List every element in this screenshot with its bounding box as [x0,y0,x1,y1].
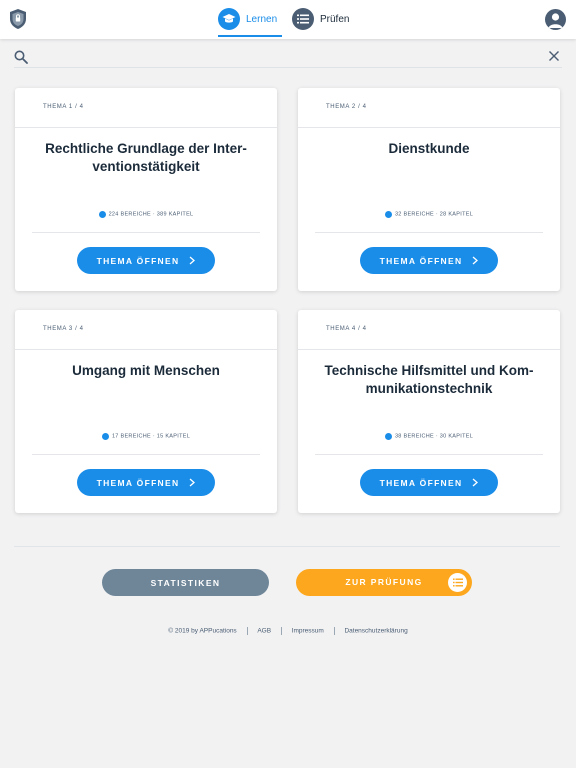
footer-separator [333,627,335,635]
topic-label: THEMA 4 / 4 [326,326,367,332]
graduation-cap-icon [218,8,240,30]
open-topic-label: THEMA ÖFFNEN [96,477,180,488]
search-icon[interactable] [14,50,28,64]
topic-title-line: Rechtliche Grundlage der Inter- [45,141,247,156]
status-dot-icon [384,211,392,218]
topic-meta-text: 224 BEREICHE · 389 KAPITEL [108,211,194,218]
divider [32,232,260,233]
footer: © 2019 by APPucations AGB Impressum Date… [0,627,576,635]
open-topic-button[interactable]: THEMA ÖFFNEN [360,469,498,496]
open-topic-label: THEMA ÖFFNEN [96,255,180,266]
chevron-right-icon [189,256,196,265]
section-divider [14,546,560,547]
divider [15,127,277,128]
tab-lernen[interactable]: Lernen [218,7,277,31]
chevron-right-icon [472,478,479,487]
tab-lernen-label: Lernen [246,13,278,25]
status-dot-icon [101,433,109,440]
topic-label: THEMA 2 / 4 [326,104,367,110]
topic-meta: 224 BEREICHE · 389 KAPITEL [15,211,277,218]
tab-pruefen[interactable]: Prüfen [292,7,349,31]
topic-meta-text: 38 BEREICHE · 30 KAPITEL [394,433,474,440]
divider [32,454,260,455]
top-bar: Lernen Prüfen [0,0,576,39]
open-topic-label: THEMA ÖFFNEN [379,477,463,488]
list-icon [292,8,314,30]
footer-link-agb[interactable]: AGB [257,628,271,635]
statistics-button[interactable]: STATISTIKEN [102,569,269,596]
chevron-right-icon [472,256,479,265]
chevron-right-icon [189,478,196,487]
topic-title-line: Umgang mit Menschen [72,363,220,378]
open-topic-button[interactable]: THEMA ÖFFNEN [360,247,498,274]
footer-separator [246,627,248,635]
topic-meta: 38 BEREICHE · 30 KAPITEL [298,433,560,440]
topic-meta-text: 17 BEREICHE · 15 KAPITEL [111,433,191,440]
topic-meta: 17 BEREICHE · 15 KAPITEL [15,433,277,440]
topic-meta: 32 BEREICHE · 28 KAPITEL [298,211,560,218]
footer-separator [280,627,282,635]
footer-link-datenschutz[interactable]: Datenschutzerklärung [344,628,407,635]
divider [298,127,560,128]
status-dot-icon [98,211,106,218]
close-icon[interactable] [548,50,560,62]
footer-link-impressum[interactable]: Impressum [292,628,324,635]
status-dot-icon [384,433,392,440]
app-logo-shield-icon[interactable] [9,8,27,30]
topic-label: THEMA 3 / 4 [43,326,84,332]
topic-title-line: Technische Hilfsmittel und Kom- [324,363,534,378]
search-input[interactable] [36,48,536,66]
search-bar [14,48,562,68]
topic-title: Rechtliche Grundlage der Inter- ventions… [29,140,263,176]
user-avatar-icon[interactable] [545,9,566,30]
topic-card-1: THEMA 1 / 4 Rechtliche Grundlage der Int… [15,88,277,291]
topic-title: Technische Hilfsmittel und Kom- munikati… [312,362,546,398]
divider [315,454,543,455]
open-topic-button[interactable]: THEMA ÖFFNEN [77,247,215,274]
topic-title-line: Dienstkunde [388,141,470,156]
topic-title: Dienstkunde [312,140,546,158]
exam-button[interactable]: ZUR PRÜFUNG [296,569,472,596]
exam-button-label: ZUR PRÜFUNG [345,577,423,587]
divider [298,349,560,350]
topic-label: THEMA 1 / 4 [43,104,84,110]
tab-pruefen-label: Prüfen [320,13,350,25]
topic-card-3: THEMA 3 / 4 Umgang mit Menschen 17 BEREI… [15,310,277,513]
divider [15,349,277,350]
topic-title: Umgang mit Menschen [29,362,263,380]
active-tab-indicator [218,35,282,37]
list-icon [448,573,467,592]
open-topic-label: THEMA ÖFFNEN [379,255,463,266]
topic-title-line: munikationstechnik [365,381,493,396]
copyright-text: © 2019 by APPucations [168,627,237,635]
topic-title-line: ventionstätigkeit [92,159,200,174]
topic-meta-text: 32 BEREICHE · 28 KAPITEL [394,211,474,218]
topic-card-2: THEMA 2 / 4 Dienstkunde 32 BEREICHE · 28… [298,88,560,291]
open-topic-button[interactable]: THEMA ÖFFNEN [77,469,215,496]
divider [315,232,543,233]
topic-card-4: THEMA 4 / 4 Technische Hilfsmittel und K… [298,310,560,513]
